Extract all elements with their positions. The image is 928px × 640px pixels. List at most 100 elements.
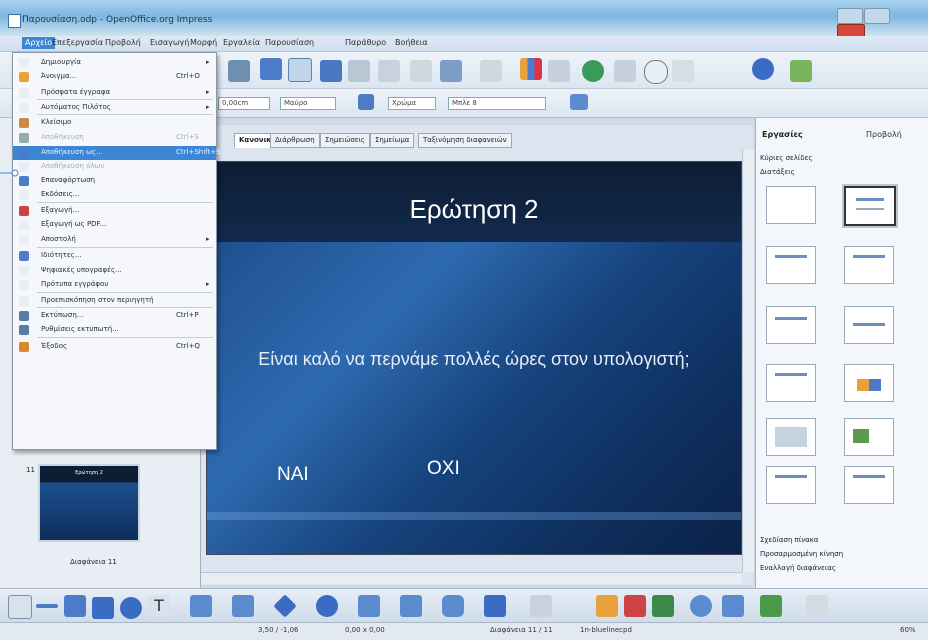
file-menu-item[interactable]: Εξαγωγή ως PDF... [13, 218, 216, 232]
layout-table[interactable] [766, 418, 816, 456]
autospell-icon[interactable] [288, 58, 312, 82]
text-icon[interactable]: T [148, 595, 170, 617]
shadow-icon[interactable] [570, 94, 588, 110]
file-menu-item[interactable]: Δημιουργία ▸ [13, 56, 216, 70]
copy-icon[interactable] [348, 60, 370, 82]
file-menu-item[interactable]: Επαναφόρτωση [13, 174, 216, 188]
line-color-select[interactable]: Μαύρο [280, 97, 336, 110]
layout-title[interactable] [844, 186, 896, 226]
menu-file[interactable]: Αρχείο [22, 37, 56, 49]
file-menu-item[interactable]: Εκτύπωση... Ctrl+P [13, 309, 216, 323]
file-menu-item[interactable]: Αποθήκευση ως... Ctrl+Shift+S [13, 146, 221, 160]
tab-outline[interactable]: Διάρθρωση [270, 133, 320, 148]
ellipse-icon[interactable] [120, 597, 142, 619]
zoom-icon[interactable] [672, 60, 694, 82]
layout-title-content[interactable] [766, 246, 816, 284]
menu-format[interactable]: Μορφή [190, 38, 217, 47]
file-menu-item[interactable]: Προεπισκόπηση στον περιηγητή [13, 294, 216, 308]
block-arrows-icon[interactable] [358, 595, 380, 617]
align-icon[interactable] [722, 595, 744, 617]
hyperlink-icon[interactable] [582, 60, 604, 82]
tab-handout[interactable]: Σημείωμα [370, 133, 415, 148]
slide-canvas[interactable]: Ερώτηση 2 Είναι καλό να περνάμε πολλές ώ… [207, 162, 741, 554]
layout-text-chart[interactable] [766, 364, 816, 402]
layout-text-image-2[interactable] [844, 466, 894, 504]
format-paintbrush-icon[interactable] [410, 60, 432, 82]
file-menu-item[interactable]: Ρυθμίσεις εκτυπωτή... [13, 323, 216, 337]
maximize-button[interactable] [864, 8, 890, 24]
from-file-icon[interactable] [624, 595, 646, 617]
rotate-icon[interactable] [690, 595, 712, 617]
status-zoom[interactable]: 60% [900, 626, 916, 634]
horizontal-scrollbar[interactable] [201, 572, 742, 584]
menu-help[interactable]: Βοήθεια [395, 38, 428, 47]
arrange-icon[interactable] [760, 595, 782, 617]
menu-window[interactable]: Παράθυρο [345, 38, 386, 47]
layout-title-only[interactable] [766, 306, 816, 344]
section-slide-transition[interactable]: Εναλλαγή διαφάνειας [760, 564, 836, 572]
basic-shapes-icon[interactable] [273, 594, 297, 618]
slide-title[interactable]: Ερώτηση 2 [207, 194, 741, 225]
file-menu-item[interactable]: Πρόσφατα έγγραφα ▸ [13, 86, 216, 100]
section-layouts[interactable]: Διατάξεις [760, 168, 795, 176]
minimize-button[interactable] [837, 8, 863, 24]
layout-image-text[interactable] [844, 418, 894, 456]
extrusion-icon[interactable] [806, 595, 828, 617]
chart-icon[interactable] [520, 58, 542, 80]
fontwork-icon[interactable] [596, 595, 618, 617]
menu-tools[interactable]: Εργαλεία [223, 38, 260, 47]
layout-two-content[interactable] [844, 246, 894, 284]
area-style-select[interactable]: Χρώμα [388, 97, 436, 110]
answer-yes[interactable]: ΝΑΙ [277, 464, 309, 486]
points-icon[interactable] [530, 595, 552, 617]
tab-notes[interactable]: Σημειώσεις [320, 133, 371, 148]
rectangle-icon[interactable] [92, 597, 114, 619]
line-width-field[interactable]: 0,00cm [218, 97, 270, 110]
grid-icon[interactable] [614, 60, 636, 82]
print-icon[interactable] [228, 60, 250, 82]
file-menu-item[interactable]: Αποστολή ▸ [13, 233, 216, 247]
slide-question[interactable]: Είναι καλό να περνάμε πολλές ώρες στον υ… [237, 348, 711, 370]
symbol-shapes-icon[interactable] [316, 595, 338, 617]
menu-insert[interactable]: Εισαγωγή [150, 38, 189, 47]
arrow-line-icon[interactable] [64, 595, 86, 617]
menu-view[interactable]: Προβολή [105, 38, 141, 47]
file-menu-item[interactable]: Αυτόματος Πιλότος ▸ [13, 101, 216, 115]
undo-icon[interactable] [440, 60, 462, 82]
redo-icon[interactable] [480, 60, 502, 82]
file-menu-item[interactable]: Ιδιότητες... [13, 249, 216, 263]
tab-slide-sorter[interactable]: Ταξινόμηση διαφανειών [418, 133, 512, 148]
flowchart-icon[interactable] [400, 595, 422, 617]
layout-chart[interactable] [844, 364, 894, 402]
cut-icon[interactable] [320, 60, 342, 82]
layout-centered[interactable] [844, 306, 894, 344]
connector-icon[interactable] [232, 595, 254, 617]
paste-icon[interactable] [378, 60, 400, 82]
spellcheck-icon[interactable] [260, 58, 282, 80]
file-menu-item[interactable]: Εκδόσεις... [13, 188, 216, 202]
layout-blank[interactable] [766, 186, 816, 224]
slide-thumbnail[interactable]: Ερώτηση 2 [38, 464, 140, 542]
area-color-select[interactable]: Μπλε 8 [448, 97, 546, 110]
tasks-view-menu[interactable]: Προβολή [866, 130, 902, 139]
curve-icon[interactable] [190, 595, 212, 617]
file-menu-item[interactable]: Έξοδος Ctrl+Q [13, 340, 216, 354]
callouts-icon[interactable] [442, 595, 464, 617]
help-icon[interactable] [752, 58, 774, 80]
select-arrow-icon[interactable] [8, 595, 32, 619]
slide-icon[interactable] [790, 60, 812, 82]
stars-icon[interactable] [484, 595, 506, 617]
file-menu-item[interactable]: Άνοιγμα... Ctrl+O [13, 70, 216, 84]
area-icon[interactable] [358, 94, 374, 110]
answer-no[interactable]: ΟΧΙ [427, 458, 460, 480]
section-custom-animation[interactable]: Προσαρμοσμένη κίνηση [760, 550, 843, 558]
table-icon[interactable] [548, 60, 570, 82]
file-menu-item[interactable]: Εξαγωγή... [13, 204, 216, 218]
file-menu-item[interactable]: Κλείσιμο [13, 116, 216, 130]
clock-icon[interactable] [644, 60, 668, 84]
gallery-icon[interactable] [652, 595, 674, 617]
vertical-scrollbar[interactable] [742, 150, 754, 572]
file-menu-item[interactable]: Ψηφιακές υπογραφές... [13, 264, 216, 278]
section-master-pages[interactable]: Κύριες σελίδες [760, 154, 812, 162]
section-table-design[interactable]: Σχεδίαση πίνακα [760, 536, 818, 544]
